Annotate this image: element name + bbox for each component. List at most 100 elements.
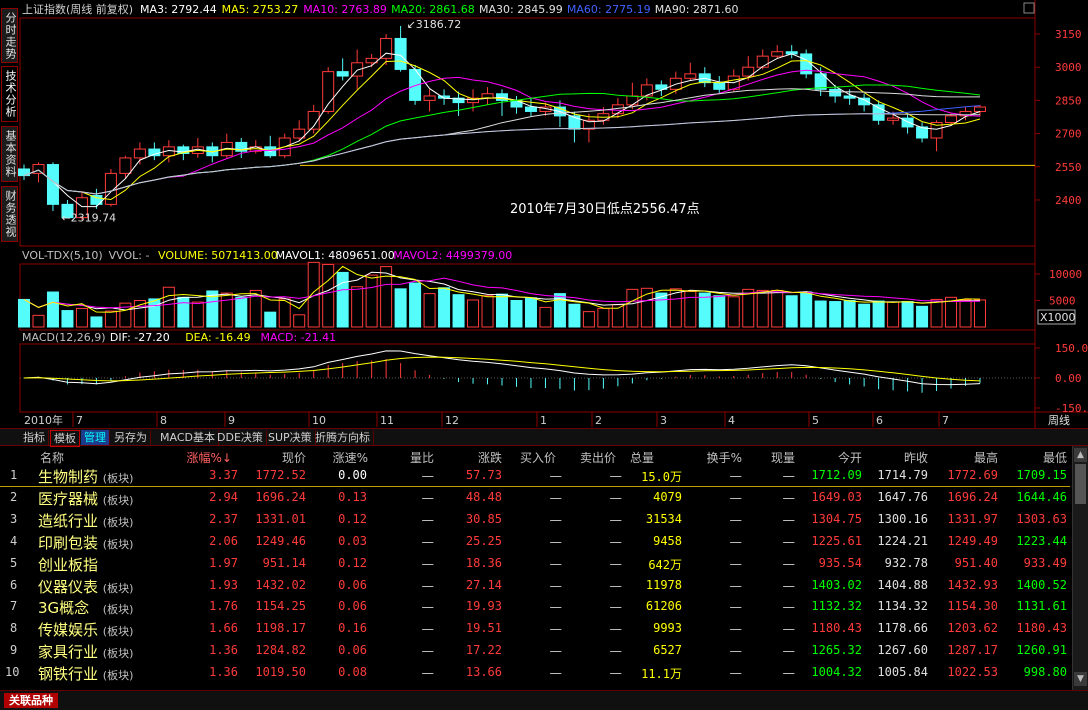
cell-tag: (板块) [102, 515, 134, 529]
volume-bar [959, 299, 972, 328]
column-header[interactable]: 现价 [282, 449, 306, 466]
candle [510, 99, 523, 108]
cell-prev: 1005.84 [877, 665, 928, 680]
table-row[interactable]: 2 医疗器械 (板块) 2.94 1696.24 0.13 — 48.48 — — 4079 — — 16… [0, 488, 1070, 509]
cell-ask: — [609, 511, 623, 527]
price-tick-label: 2850 [1055, 94, 1082, 107]
ma-line [23, 52, 981, 208]
cell-no: 10 [5, 665, 20, 680]
cell-diff: 19.93 [465, 599, 502, 614]
toolbar-tab[interactable]: 指标 [20, 430, 49, 445]
candle [872, 104, 885, 121]
toolbar-tab[interactable]: 折腾方向标 [312, 430, 374, 445]
toolbar-tab[interactable]: SUP决策 [265, 430, 316, 445]
cell-vr: — [421, 599, 435, 615]
volume-label: VOLUME: 5071413.00 [158, 249, 278, 262]
column-header[interactable]: 最低 [1043, 449, 1067, 466]
cell-tag: (板块) [102, 603, 134, 617]
table-row[interactable]: 6 仪器仪表 (板块) 1.93 1432.02 0.06 — 27.14 — — 11978 — — 1… [0, 576, 1070, 597]
cell-vol: 6527 [653, 643, 682, 658]
volume-bar [104, 310, 117, 328]
cell-vr: — [421, 468, 435, 483]
column-header[interactable]: 涨速% [333, 449, 368, 466]
table-scrollbar[interactable]: ▲ ▼ [1072, 446, 1088, 690]
toolbar-tab[interactable]: DDE决策 [214, 430, 267, 445]
volume-bar [901, 301, 914, 328]
column-header[interactable]: 涨幅%↓ [187, 449, 232, 466]
cell-vol: 31534 [645, 511, 682, 526]
volume-bar [336, 271, 349, 328]
volume-bar [858, 303, 871, 328]
ma-label: MA30: 2845.99 [479, 3, 563, 16]
cell-price: 1331.01 [255, 511, 306, 526]
cell-bid: — [549, 468, 563, 483]
column-header[interactable]: 涨跌 [478, 449, 502, 466]
volume-bar [481, 295, 494, 328]
kline-chart[interactable]: 上证指数(周线 前复权) MA3: 2792.44 MA5: 2753.27 MA10… [0, 0, 1088, 428]
cell-diff: 18.36 [465, 555, 502, 570]
column-header[interactable]: 昨收 [904, 449, 928, 466]
table-row[interactable]: 5 创业板指 1.97 951.14 0.12 — 18.36 — — 642万 — — 935.54 9… [0, 554, 1070, 575]
cell-chg: 1.36 [209, 643, 238, 658]
related-products-tab[interactable]: 关联品种 [4, 693, 58, 708]
column-header[interactable]: 买入价 [520, 449, 556, 466]
cell-open: 935.54 [818, 555, 862, 570]
table-row[interactable]: 3 造纸行业 (板块) 2.37 1331.01 0.12 — 30.85 — — 31534 — — 1… [0, 510, 1070, 531]
high-label: ↙3186.72 [407, 18, 462, 31]
cell-bid: — [549, 621, 563, 637]
column-header[interactable]: 名称 [40, 449, 64, 466]
column-header[interactable]: 换手% [707, 449, 742, 466]
low-point-annotation: 2010年7月30日低点2556.47点 [510, 202, 700, 217]
cell-cur: — [782, 577, 796, 593]
volume-bar [843, 300, 856, 328]
volume-bar [539, 306, 552, 328]
column-header[interactable]: 现量 [771, 449, 795, 466]
table-row[interactable]: 4 印刷包装 (板块) 2.06 1249.46 0.03 — 25.25 — — 9458 — — 12… [0, 532, 1070, 553]
toolbar-tab[interactable]: 另存为 [111, 430, 151, 445]
table-row[interactable]: 10 钢铁行业 (板块) 1.36 1019.50 0.08 — 13.66 — — 11.1万 — —… [0, 663, 1070, 684]
cell-no: 2 [10, 489, 18, 504]
table-row[interactable]: 8 传媒娱乐 (板块) 1.66 1198.17 0.16 — 19.51 — — 9993 — — 11… [0, 619, 1070, 640]
cell-no: 7 [10, 599, 18, 614]
cell-tag: (板块) [102, 625, 134, 639]
ma-label: MA20: 2861.68 [391, 3, 475, 16]
volume-bar [351, 286, 364, 328]
scroll-down-icon[interactable]: ▼ [1074, 672, 1087, 686]
volume-bar [409, 282, 422, 328]
cell-ask: — [609, 599, 623, 615]
side-tab[interactable]: 技术分析 [1, 66, 18, 122]
side-tab[interactable]: 财务透视 [1, 186, 18, 242]
volume-bar [32, 314, 45, 328]
macd-label: DEA: -16.49 [185, 331, 250, 344]
cell-price: 951.14 [262, 555, 306, 570]
column-header[interactable]: 卖出价 [580, 449, 616, 466]
table-row[interactable]: 9 家具行业 (板块) 1.36 1284.82 0.06 — 17.22 — — 6527 — — 12… [0, 641, 1070, 662]
cell-low: 1709.15 [1016, 468, 1067, 482]
scroll-thumb[interactable] [1075, 464, 1086, 504]
column-header[interactable]: 今开 [838, 449, 862, 466]
table-row[interactable]: 1 生物制药 (板块) 3.37 1772.52 0.00 — 57.73 — — 15.0万 — — 1… [0, 466, 1070, 487]
side-tab[interactable]: 基本资料 [1, 126, 18, 182]
cell-chg: 1.93 [209, 577, 238, 592]
toolbar-tab[interactable]: 管理 [81, 430, 110, 445]
column-header[interactable]: 最高 [974, 449, 998, 466]
cell-speed: 0.06 [338, 599, 367, 614]
cell-vr: — [421, 643, 435, 659]
toolbar-tab[interactable]: MACD基本 [157, 430, 219, 445]
ma-label: MA10: 2763.89 [303, 3, 387, 16]
cell-bid: — [549, 643, 563, 659]
cell-name: 仪器仪表 [38, 577, 99, 596]
column-header[interactable]: 总量 [630, 449, 654, 466]
price-tick-label: 2700 [1055, 128, 1082, 141]
side-tab[interactable]: 分时走势 [1, 8, 18, 63]
cell-name: 造纸行业 [38, 511, 99, 530]
cell-name: 印刷包装 [38, 533, 99, 552]
cell-open: 1225.61 [811, 533, 862, 548]
cell-price: 1284.82 [255, 643, 306, 658]
cell-vr: — [421, 533, 435, 549]
x-axis-label: 7 [942, 414, 949, 427]
column-header[interactable]: 量比 [410, 449, 434, 466]
scroll-up-icon[interactable]: ▲ [1074, 448, 1087, 462]
table-row[interactable]: 7 3G概念 (板块) 1.76 1154.25 0.06 — 19.93 — — 61206 — — 1… [0, 597, 1070, 618]
toolbar-tab[interactable]: 模板 [50, 430, 80, 447]
